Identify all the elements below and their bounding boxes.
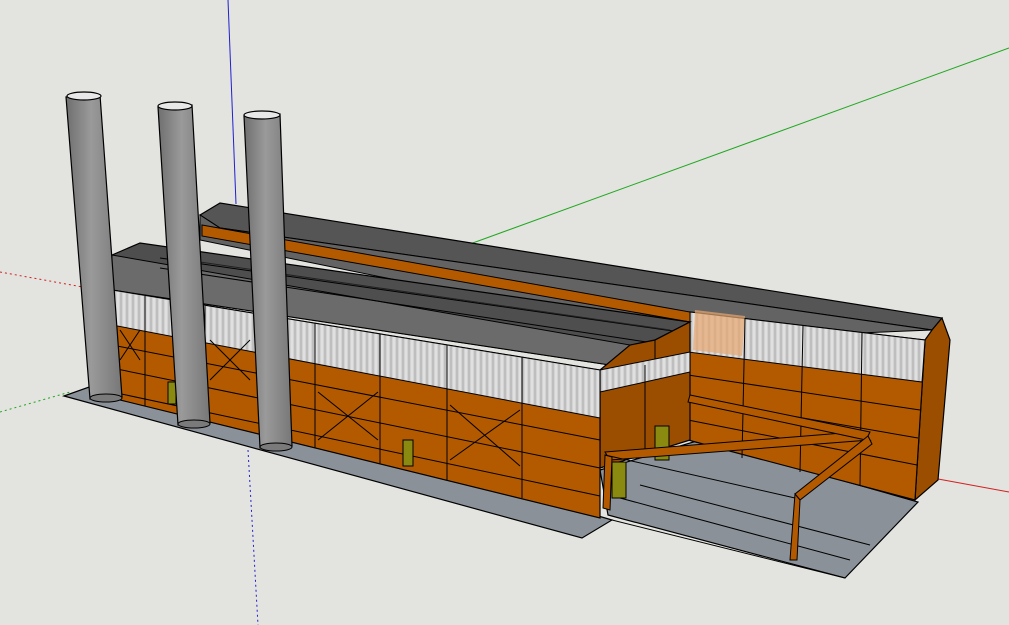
blue-axis [247,449,259,625]
chimneys[interactable] [65,91,293,452]
blue-axis [227,0,237,205]
door[interactable] [402,439,414,467]
chimney[interactable] [65,91,123,403]
door[interactable] [611,461,627,499]
green-axis [469,47,1009,245]
green-axis [0,391,71,413]
3d-modeling-viewport[interactable] [0,0,1009,625]
door[interactable] [167,381,177,405]
scene-canvas[interactable] [0,0,1009,625]
